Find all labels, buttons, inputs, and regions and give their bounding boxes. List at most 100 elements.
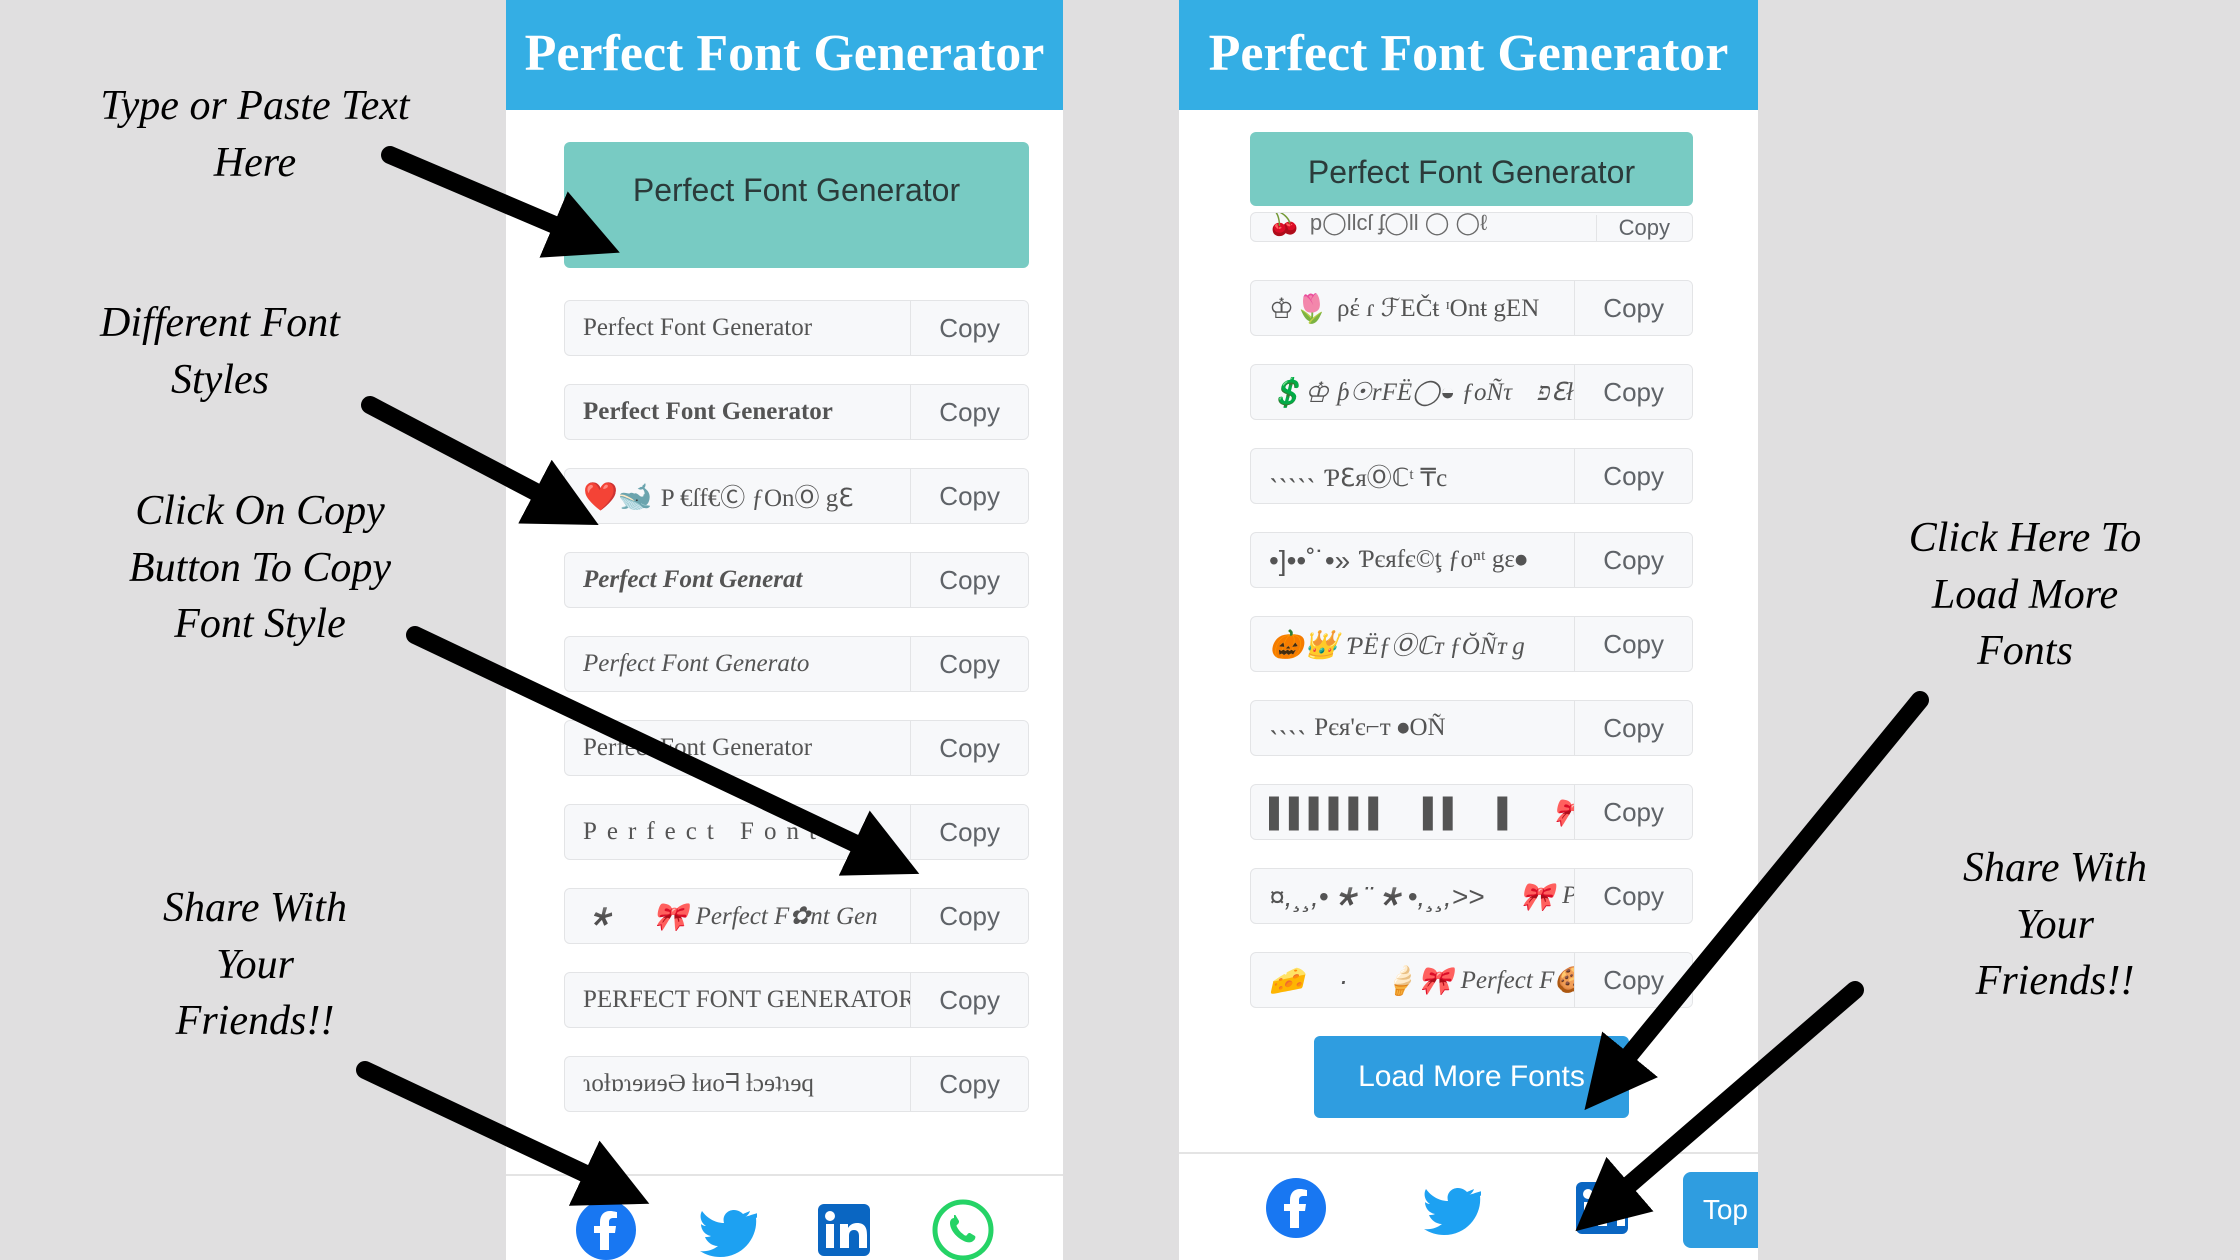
share-bar: Top — [1179, 1152, 1758, 1260]
font-style-row: ♔🌷 ρέ ɾ ℱEČŧ ᶦOnŧ gEN Copy — [1250, 280, 1693, 336]
font-style-cell: ▌▌▌▌▌▌ ▌▌ ▌ 🎀Perfec — [1251, 785, 1574, 839]
font-style-cell: PERFECT FONT GENERATOR — [565, 973, 910, 1027]
copy-button[interactable]: Copy — [1596, 215, 1692, 241]
font-style-text: ρέ ɾ ℱEČŧ ᶦOnŧ gEN — [1337, 293, 1539, 323]
font-style-row: Perfect Font Generator Copy — [564, 384, 1029, 440]
share-bar — [506, 1174, 1063, 1260]
font-style-cell: ♔🌷 ρέ ɾ ℱEČŧ ᶦOnŧ gEN — [1251, 281, 1574, 335]
font-style-row: ¤,¸¸,•*¨*•,¸¸,>> 🎀 PerfeCopy — [1250, 868, 1693, 924]
font-style-cell: ¤,¸¸,•*¨*•,¸¸,>> 🎀 Perfe — [1251, 869, 1574, 923]
font-style-row: Perfect Font Generator Copy — [564, 720, 1029, 776]
font-style-cell: 🎃👑ƤËƒⓄℂᴛ ƒŎÑᴛ g — [1251, 617, 1574, 671]
font-style-row: ˴˴˴˴Pєя'є⌐ᴛ ⦁OÑCopy — [1250, 700, 1693, 756]
annotation-loadmore: Click Here To Load More Fonts — [1830, 510, 2220, 680]
text-input[interactable]: Perfect Font Generator — [564, 142, 1029, 268]
annotation-styles: Different Font Styles — [30, 295, 410, 408]
font-style-text: Perfect Font Generator — [583, 314, 812, 342]
emoji-icon: ¤,¸¸,•*¨*•,¸¸,>> 🎀 — [1269, 880, 1554, 913]
copy-button[interactable]: Copy — [910, 469, 1028, 523]
whatsapp-icon[interactable] — [931, 1198, 995, 1260]
font-style-cell: 🧀 · 🍦🎀Perfect F🍪 — [1251, 953, 1574, 1007]
font-style-cell: Perfect Font Generator — [565, 385, 910, 439]
emoji-icon: ♔🌷 — [1269, 292, 1329, 325]
font-style-cell: ɿoƚɒɿɘᴎɘӘ ƚᴎoᖷ ƚɔɘʇɿɘq — [565, 1057, 910, 1111]
emoji-icon: ˴˴˴˴˴ — [1269, 460, 1316, 493]
copy-button[interactable]: Copy — [1574, 869, 1692, 923]
text-input[interactable]: Perfect Font Generator — [1250, 132, 1693, 206]
font-style-list: Perfect Font GeneratorCopyPerfect Font G… — [564, 300, 1029, 1112]
font-style-row: Perfect Font Copy — [564, 804, 1029, 860]
copy-button[interactable]: Copy — [910, 301, 1028, 355]
copy-button[interactable]: Copy — [910, 973, 1028, 1027]
font-style-row: ˴˴˴˴˴ƤℇяⓄℂᵗ ₸cCopy — [1250, 448, 1693, 504]
annotation-share-right: Share With Your Friends!! — [1870, 840, 2240, 1010]
copy-button[interactable]: Copy — [1574, 617, 1692, 671]
copy-button[interactable]: Copy — [910, 637, 1028, 691]
copy-button[interactable]: Copy — [910, 1057, 1028, 1111]
app-window: Perfect Font Generator Perfect Font Gene… — [506, 0, 1063, 1260]
copy-button[interactable]: Copy — [910, 385, 1028, 439]
phone-right: Perfect Font Generator Perfect Font Gene… — [1179, 0, 1758, 1260]
copy-button[interactable]: Copy — [910, 721, 1028, 775]
annotation-share: Share With Your Friends!! — [80, 880, 430, 1050]
font-style-cell: ˴˴˴˴˴ƤℇяⓄℂᵗ ₸c — [1251, 449, 1574, 503]
font-style-text: Perfect Font Generat — [583, 566, 802, 594]
font-style-row: Perfect Font Generat Copy — [564, 552, 1029, 608]
twitter-icon[interactable] — [693, 1198, 757, 1260]
emoji-icon: ▌▌▌▌▌▌ ▌▌ ▌ 🎀 — [1269, 796, 1574, 829]
font-style-text: P €ſf€Ⓒ ƒOnⓄ gℇ — [661, 478, 854, 514]
load-more-button[interactable]: Load More Fonts — [1314, 1036, 1629, 1118]
phone-left: Perfect Font Generator Perfect Font Gene… — [506, 0, 1063, 1260]
font-style-row: ❤️🐋P €ſf€Ⓒ ƒOnⓄ gℇCopy — [564, 468, 1029, 524]
font-style-row: * 🎀 Perfect F✿nt Gen Copy — [564, 888, 1029, 944]
copy-button[interactable]: Copy — [1574, 701, 1692, 755]
font-style-text: PERFECT FONT GENERATOR — [583, 986, 910, 1014]
annotation-copy: Click On Copy Button To Copy Font Style — [70, 483, 450, 653]
font-style-text: ƥ☉rFË◯◒ ƒoÑτ פِℇł — [1337, 377, 1573, 407]
annotation-input: Type or Paste Text Here — [30, 78, 480, 191]
font-style-text: ƤℇяⓄℂᵗ ₸c — [1324, 458, 1448, 494]
linkedin-icon[interactable] — [812, 1198, 876, 1260]
font-style-row: Perfect Font Generato Copy — [564, 636, 1029, 692]
font-style-row: 🧀 · 🍦🎀Perfect F🍪Copy — [1250, 952, 1693, 1008]
font-style-row: ▌▌▌▌▌▌ ▌▌ ▌ 🎀PerfecCopy — [1250, 784, 1693, 840]
linkedin-icon[interactable] — [1570, 1176, 1634, 1240]
font-style-row: •]••˚˙•»Ƥєяfє©ţ ƒoⁿᵗ gε⦁Copy — [1250, 532, 1693, 588]
font-style-text: Perfect F✿nt Gen — [696, 901, 878, 931]
copy-button[interactable]: Copy — [910, 553, 1028, 607]
app-title: Perfect Font Generator — [1179, 0, 1758, 110]
font-style-cell: Perfect Font Generat — [565, 553, 910, 607]
font-style-row: PERFECT FONT GENERATORCopy — [564, 972, 1029, 1028]
emoji-icon: ˴˴˴˴ — [1269, 712, 1306, 745]
font-style-cell: ❤️🐋P €ſf€Ⓒ ƒOnⓄ gℇ — [565, 469, 910, 523]
emoji-icon: 💲♔ — [1269, 376, 1329, 409]
font-style-text: Perfect Font Generator — [583, 734, 812, 762]
font-style-row: 🎃👑ƤËƒⓄℂᴛ ƒŎÑᴛ gCopy — [1250, 616, 1693, 672]
copy-button[interactable]: Copy — [1574, 365, 1692, 419]
font-style-cell: 💲♔ ƥ☉rFË◯◒ ƒoÑτ פِℇł — [1251, 365, 1574, 419]
font-style-cell: * 🎀 Perfect F✿nt Gen — [565, 889, 910, 943]
twitter-icon[interactable] — [1417, 1176, 1481, 1240]
font-style-text: Perfect Font Generato — [583, 650, 809, 678]
emoji-icon: * 🎀 — [583, 900, 688, 933]
facebook-icon[interactable] — [574, 1198, 638, 1260]
font-style-row: 💲♔ ƥ☉rFË◯◒ ƒoÑτ פِℇłCopy — [1250, 364, 1693, 420]
copy-button[interactable]: Copy — [1574, 533, 1692, 587]
copy-button[interactable]: Copy — [1574, 953, 1692, 1007]
copy-button[interactable]: Copy — [910, 889, 1028, 943]
font-style-text: Perfect F🍪 — [1461, 966, 1575, 995]
copy-button[interactable]: Copy — [1574, 449, 1692, 503]
emoji-icon: •]••˚˙•» — [1269, 544, 1350, 577]
app-title: Perfect Font Generator — [506, 0, 1063, 110]
copy-button[interactable]: Copy — [1574, 281, 1692, 335]
copy-button[interactable]: Copy — [1574, 785, 1692, 839]
font-style-cell: Perfect Font Generato — [565, 637, 910, 691]
font-style-text: Perfe — [1562, 882, 1574, 910]
facebook-icon[interactable] — [1264, 1176, 1328, 1240]
font-style-text: Perfect Font — [583, 818, 826, 846]
font-style-cell: Perfect Font Generator — [565, 721, 910, 775]
scroll-top-button[interactable]: Top — [1683, 1172, 1758, 1248]
font-style-text: Perfect Font Generator — [583, 398, 833, 426]
copy-button[interactable]: Copy — [910, 805, 1028, 859]
font-style-text: ɿoƚɒɿɘᴎɘӘ ƚᴎoᖷ ƚɔɘʇɿɘq — [583, 1070, 814, 1098]
